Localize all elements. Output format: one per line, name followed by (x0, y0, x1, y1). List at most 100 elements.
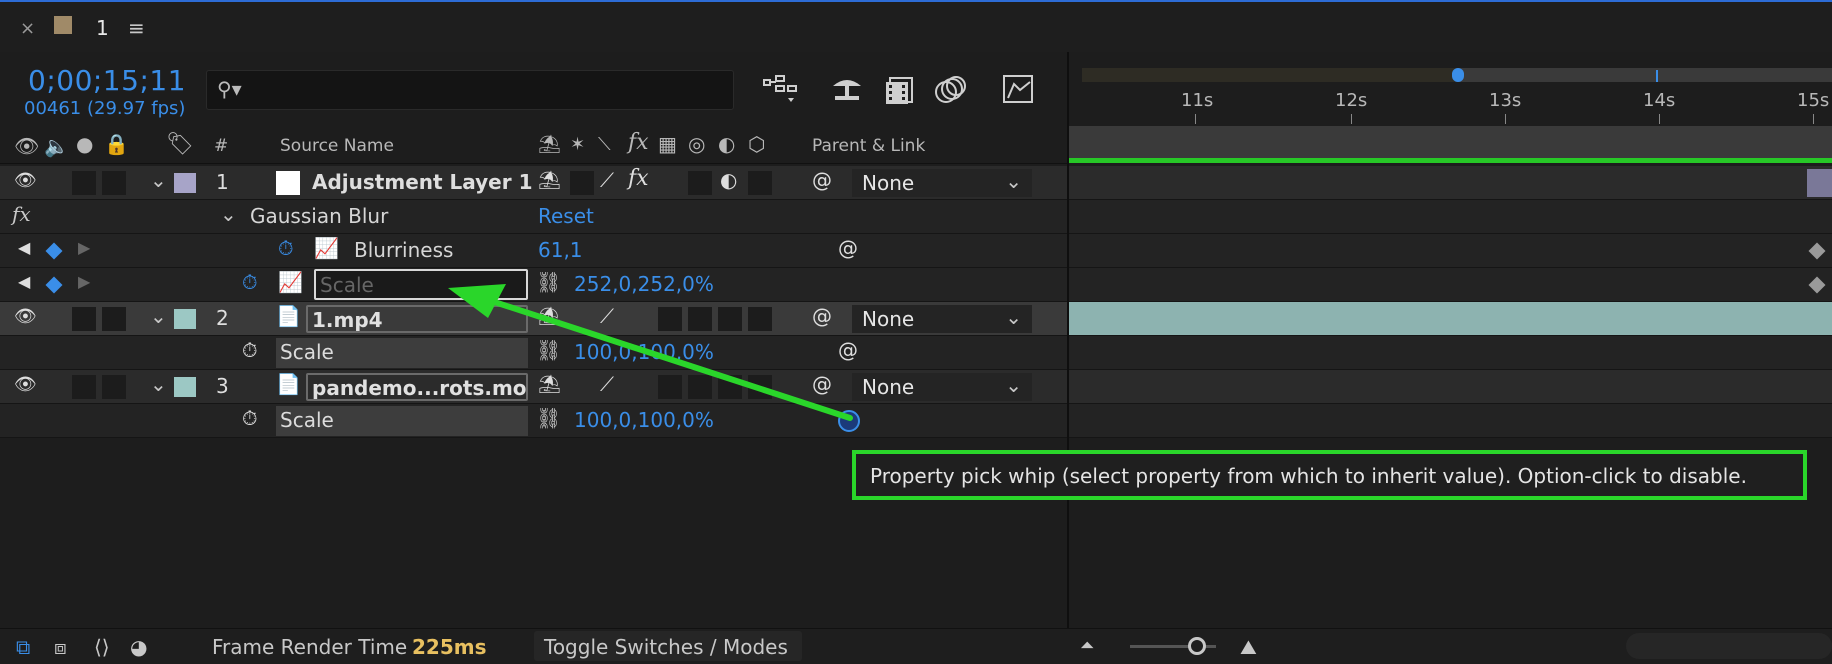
parent-pick-whip-icon[interactable]: @ (812, 168, 832, 192)
adjustment-switch-icon[interactable]: ◐ (718, 132, 735, 156)
property-row-scale-layer2[interactable]: ⏱ Scale ⛓ 100,0,100,0% @ (0, 336, 1067, 370)
frame-blend-switch-icon[interactable]: ▦ (658, 132, 677, 156)
current-time-display[interactable]: 0;00;15;11 (28, 64, 186, 97)
property-value[interactable]: 252,0,252,0% (574, 272, 714, 296)
quality-icon[interactable]: ⟋ (600, 168, 614, 192)
add-keyframe-icon[interactable] (45, 242, 63, 260)
layer-name[interactable]: 1.mp4 (306, 305, 528, 333)
effects-enabled-icon[interactable]: fx (628, 166, 649, 191)
constrain-proportions-link-icon[interactable]: ⛓ (536, 338, 561, 362)
next-keyframe-icon[interactable]: ▶ (78, 238, 90, 257)
solo-switch[interactable] (102, 171, 126, 195)
layer-name[interactable]: pandemo...rots.mov (306, 373, 528, 401)
stopwatch-active-icon[interactable]: ⏱ (242, 270, 258, 294)
audio-switch[interactable] (72, 171, 96, 195)
parent-link-column-header[interactable]: Parent & Link (812, 136, 925, 156)
adjustment-switch[interactable] (718, 307, 742, 331)
layer-label-color[interactable] (174, 173, 196, 193)
comp-mini-flowchart-icon[interactable] (762, 74, 798, 106)
label-column-icon[interactable]: 🏷 (166, 132, 194, 157)
expression-graph-icon[interactable]: 📈 (278, 270, 303, 294)
close-tab-icon[interactable]: × (20, 18, 35, 39)
parent-pick-whip-icon[interactable]: @ (812, 304, 832, 328)
3d-layer-switch[interactable] (748, 307, 772, 331)
motion-blur-switch[interactable] (688, 307, 712, 331)
layer-label-color[interactable] (174, 377, 196, 397)
lock-column-icon[interactable]: 🔒 (104, 132, 129, 156)
next-keyframe-icon[interactable]: ▶ (78, 272, 90, 291)
motion-blur-icon[interactable] (934, 74, 968, 106)
visibility-eye-icon[interactable]: 👁 (14, 306, 37, 327)
time-ruler[interactable]: 11s 12s 13s 14s 15s (1069, 90, 1832, 124)
collapse-switch[interactable] (570, 171, 594, 195)
parent-dropdown[interactable]: None ⌄ (852, 305, 1032, 333)
constrain-proportions-link-icon[interactable]: ⛓ (536, 270, 561, 294)
stopwatch-icon[interactable]: ⏱ (242, 338, 258, 362)
composition-tab-label[interactable]: 1 (96, 16, 109, 40)
layer-row-2[interactable]: 👁 ⌄ 2 📄 1.mp4 ⛱ ⟋ @ None ⌄ (0, 302, 1067, 336)
source-name-column-header[interactable]: Source Name (280, 136, 394, 156)
draft-3d-icon[interactable] (830, 74, 864, 106)
adjustment-layer-icon[interactable]: ◐ (720, 168, 737, 192)
shy-layer-icon[interactable]: ⛱ (538, 170, 561, 191)
audio-column-icon[interactable]: 🔈 (44, 134, 69, 158)
layer-label-color[interactable] (174, 309, 196, 329)
previous-keyframe-icon[interactable]: ◀ (18, 272, 30, 291)
property-pick-whip-icon[interactable]: @ (838, 236, 858, 260)
timeline-navigator-scroll[interactable] (1626, 633, 1832, 659)
timeline-track-layer-2[interactable] (1069, 302, 1832, 336)
solo-switch[interactable] (102, 375, 126, 399)
layer-row-1[interactable]: 👁 ⌄ 1 Adjustment Layer 1 ⛱ ⟋ fx ◐ @ None… (0, 166, 1067, 200)
twirl-down-chevron-icon[interactable]: ⌄ (150, 304, 167, 328)
constrain-proportions-link-icon[interactable]: ⛓ (536, 406, 561, 430)
3d-layer-switch[interactable] (748, 375, 772, 399)
property-value[interactable]: 100,0,100,0% (574, 408, 714, 432)
3d-layer-switch-icon[interactable]: ⬡ (748, 132, 765, 156)
motion-blur-switch-icon[interactable]: ◎ (688, 132, 705, 156)
property-value[interactable]: 61,1 (538, 238, 583, 262)
layer-row-3[interactable]: 👁 ⌄ 3 📄 pandemo...rots.mov ⛱ ⟋ @ None ⌄ (0, 370, 1067, 404)
solo-switch[interactable] (102, 307, 126, 331)
shy-layer-icon[interactable]: ⛱ (538, 374, 561, 395)
panel-menu-icon[interactable]: ≡ (128, 16, 145, 40)
shy-layer-icon[interactable]: ⛱ (538, 306, 561, 327)
collapse-switch-icon[interactable]: ✶ (570, 134, 585, 155)
search-input[interactable] (253, 75, 723, 105)
layer-search-field[interactable]: ⚲▾ (206, 70, 734, 110)
layer-duration-bar[interactable] (1807, 169, 1832, 197)
render-time-icon[interactable]: ◕ (130, 635, 147, 659)
frame-blend-switch[interactable] (658, 307, 682, 331)
motion-blur-switch[interactable] (688, 375, 712, 399)
layer-switches-toggle-icon[interactable]: ⧉ (16, 635, 30, 659)
keyframe-icon[interactable] (1808, 276, 1826, 294)
property-name-edit-field[interactable]: Scale (314, 269, 528, 300)
effect-fx-icon[interactable]: fx (12, 202, 31, 226)
twirl-down-chevron-icon[interactable]: ⌄ (150, 372, 167, 396)
reset-effect-link[interactable]: Reset (538, 204, 594, 228)
zoom-in-icon[interactable]: ⛰ (1240, 635, 1257, 659)
quality-icon[interactable]: ⟋ (600, 304, 614, 328)
property-row-blurriness[interactable]: ◀ ▶ ⏱ 📈 Blurriness 61,1 @ (0, 234, 1067, 268)
audio-switch[interactable] (72, 375, 96, 399)
add-keyframe-icon[interactable] (45, 276, 63, 294)
keyframe-icon[interactable] (1808, 242, 1826, 260)
toggle-switches-modes-button[interactable]: Toggle Switches / Modes (534, 631, 802, 661)
audio-switch[interactable] (72, 307, 96, 331)
stopwatch-active-icon[interactable]: ⏱ (278, 236, 294, 260)
eye-column-icon[interactable]: 👁 (14, 134, 39, 158)
solo-column-icon[interactable]: ● (76, 132, 93, 156)
index-column-header[interactable]: # (214, 136, 228, 156)
timeline-track-layer-1[interactable] (1069, 166, 1832, 200)
zoom-out-icon[interactable]: ⏶ (1080, 635, 1094, 656)
twirl-down-chevron-icon[interactable]: ⌄ (220, 202, 237, 226)
visibility-eye-icon[interactable]: 👁 (14, 170, 37, 191)
parent-pick-whip-icon[interactable]: @ (812, 372, 832, 396)
quality-switch-icon[interactable]: ⟍ (598, 134, 611, 155)
frame-blending-icon[interactable] (884, 74, 916, 106)
property-pick-whip-active-icon[interactable] (838, 410, 860, 432)
transfer-controls-icon[interactable]: ⧈ (54, 635, 67, 659)
stopwatch-icon[interactable]: ⏱ (242, 406, 258, 430)
property-row-scale-effect[interactable]: ◀ ▶ ⏱ 📈 Scale ⛓ 252,0,252,0% (0, 268, 1067, 302)
motion-blur-switch[interactable] (688, 171, 712, 195)
zoom-slider-thumb[interactable] (1188, 637, 1206, 655)
